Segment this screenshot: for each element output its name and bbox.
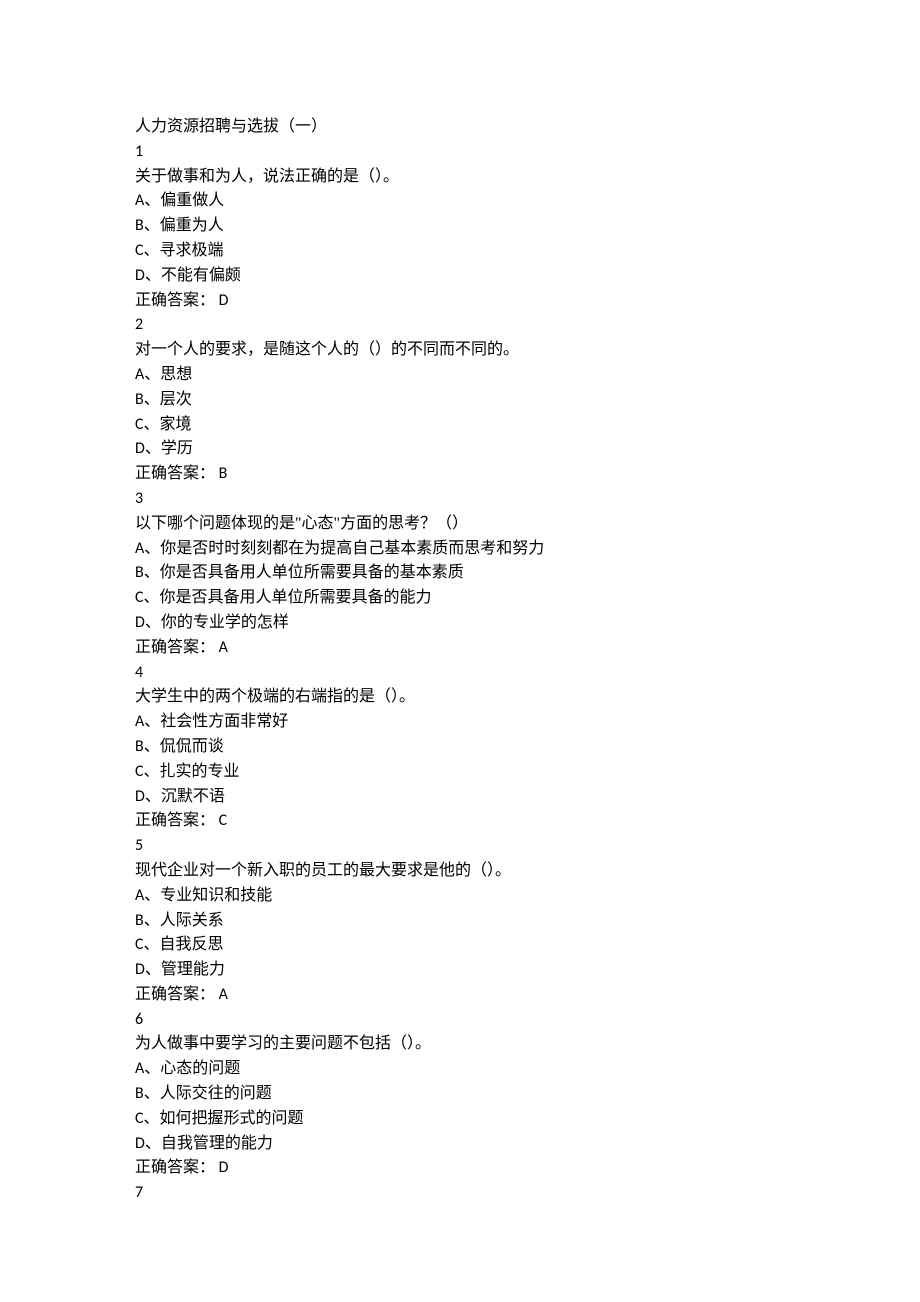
option-label: B、 xyxy=(135,737,160,756)
option-label: C、 xyxy=(135,1109,160,1128)
option-line: A、思想 xyxy=(135,363,785,388)
option-line: B、层次 xyxy=(135,388,785,413)
correct-answer: 正确答案： B xyxy=(135,462,785,487)
option-label: C、 xyxy=(135,415,160,434)
option-label: A、 xyxy=(135,539,160,558)
correct-answer: 正确答案： D xyxy=(135,289,785,314)
question-number: 3 xyxy=(135,487,785,512)
option-line: D、自我管理的能力 xyxy=(135,1132,785,1157)
question-number: 7 xyxy=(135,1181,785,1206)
option-text: 如何把握形式的问题 xyxy=(160,1110,304,1127)
option-text: 人际交往的问题 xyxy=(160,1085,272,1102)
option-text: 层次 xyxy=(160,391,192,408)
option-label: D、 xyxy=(135,613,161,632)
option-text: 你是否具备用人单位所需要具备的能力 xyxy=(160,589,432,606)
option-line: C、自我反思 xyxy=(135,933,785,958)
option-line: A、社会性方面非常好 xyxy=(135,710,785,735)
question-prompt: 以下哪个问题体现的是"心态"方面的思考？（） xyxy=(135,512,785,537)
question-prompt: 为人做事中要学习的主要问题不包括（）。 xyxy=(135,1032,785,1057)
option-text: 社会性方面非常好 xyxy=(160,713,288,730)
option-label: A、 xyxy=(135,1059,160,1078)
correct-answer: 正确答案： C xyxy=(135,809,785,834)
option-text: 偏重做人 xyxy=(160,192,224,209)
option-label: C、 xyxy=(135,241,160,260)
option-text: 不能有偏颇 xyxy=(161,267,241,284)
option-text: 你的专业学的怎样 xyxy=(161,614,289,631)
option-line: C、寻求极端 xyxy=(135,239,785,264)
option-label: D、 xyxy=(135,266,161,285)
option-text: 人际关系 xyxy=(160,912,224,929)
option-line: B、偏重为人 xyxy=(135,214,785,239)
option-line: B、人际交往的问题 xyxy=(135,1082,785,1107)
option-text: 管理能力 xyxy=(161,961,225,978)
option-label: D、 xyxy=(135,439,161,458)
option-text: 自我反思 xyxy=(160,936,224,953)
option-text: 你是否时时刻刻都在为提高自己基本素质而思考和努力 xyxy=(160,540,544,557)
option-label: C、 xyxy=(135,588,160,607)
correct-answer: 正确答案： A xyxy=(135,636,785,661)
option-line: D、沉默不语 xyxy=(135,785,785,810)
option-label: C、 xyxy=(135,762,160,781)
option-label: A、 xyxy=(135,191,160,210)
option-line: B、人际关系 xyxy=(135,909,785,934)
document-body: 人力资源招聘与选拔（一）1关于做事和为人，说法正确的是（）。A、偏重做人B、偏重… xyxy=(135,115,785,1206)
option-line: B、你是否具备用人单位所需要具备的基本素质 xyxy=(135,561,785,586)
option-line: A、偏重做人 xyxy=(135,189,785,214)
option-line: B、侃侃而谈 xyxy=(135,735,785,760)
option-line: C、你是否具备用人单位所需要具备的能力 xyxy=(135,586,785,611)
option-text: 侃侃而谈 xyxy=(160,738,224,755)
option-label: D、 xyxy=(135,960,161,979)
option-text: 家境 xyxy=(160,416,192,433)
option-label: B、 xyxy=(135,911,160,930)
option-text: 专业知识和技能 xyxy=(160,887,272,904)
question-prompt: 现代企业对一个新入职的员工的最大要求是他的（）。 xyxy=(135,859,785,884)
question-number: 4 xyxy=(135,661,785,686)
option-label: B、 xyxy=(135,563,160,582)
option-text: 思想 xyxy=(160,366,192,383)
document-title: 人力资源招聘与选拔（一） xyxy=(135,115,785,140)
option-text: 你是否具备用人单位所需要具备的基本素质 xyxy=(160,564,464,581)
option-line: D、管理能力 xyxy=(135,958,785,983)
option-line: D、学历 xyxy=(135,437,785,462)
option-label: D、 xyxy=(135,1134,161,1153)
option-label: A、 xyxy=(135,365,160,384)
question-prompt: 对一个人的要求，是随这个人的（）的不同而不同的。 xyxy=(135,338,785,363)
question-prompt: 大学生中的两个极端的右端指的是（）。 xyxy=(135,685,785,710)
option-line: A、专业知识和技能 xyxy=(135,884,785,909)
option-line: D、你的专业学的怎样 xyxy=(135,611,785,636)
question-number: 6 xyxy=(135,1008,785,1033)
option-text: 沉默不语 xyxy=(161,788,225,805)
option-line: A、你是否时时刻刻都在为提高自己基本素质而思考和努力 xyxy=(135,537,785,562)
option-text: 心态的问题 xyxy=(160,1060,240,1077)
option-line: A、心态的问题 xyxy=(135,1057,785,1082)
correct-answer: 正确答案： A xyxy=(135,983,785,1008)
option-text: 学历 xyxy=(161,440,193,457)
option-label: B、 xyxy=(135,216,160,235)
option-text: 寻求极端 xyxy=(160,242,224,259)
option-text: 自我管理的能力 xyxy=(161,1135,273,1152)
option-line: C、家境 xyxy=(135,413,785,438)
question-number: 5 xyxy=(135,834,785,859)
option-text: 偏重为人 xyxy=(160,217,224,234)
question-number: 2 xyxy=(135,313,785,338)
correct-answer: 正确答案： D xyxy=(135,1156,785,1181)
option-label: A、 xyxy=(135,712,160,731)
option-label: D、 xyxy=(135,787,161,806)
option-label: A、 xyxy=(135,886,160,905)
option-label: B、 xyxy=(135,1084,160,1103)
option-label: C、 xyxy=(135,935,160,954)
option-text: 扎实的专业 xyxy=(160,763,240,780)
question-number: 1 xyxy=(135,140,785,165)
option-line: C、扎实的专业 xyxy=(135,760,785,785)
option-label: B、 xyxy=(135,390,160,409)
option-line: C、如何把握形式的问题 xyxy=(135,1107,785,1132)
question-prompt: 关于做事和为人，说法正确的是（）。 xyxy=(135,165,785,190)
option-line: D、不能有偏颇 xyxy=(135,264,785,289)
